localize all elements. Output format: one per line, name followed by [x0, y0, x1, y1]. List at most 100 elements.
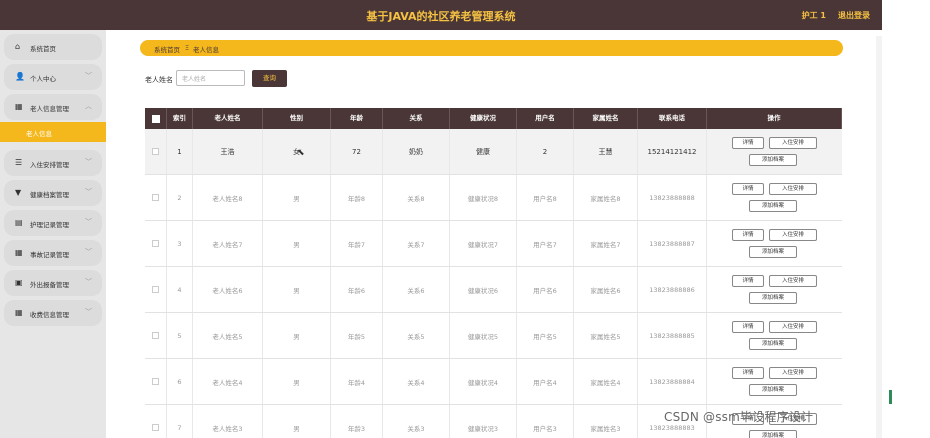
add-archive-button[interactable]: 添加档案	[749, 200, 797, 212]
add-archive-button[interactable]: 添加档案	[749, 292, 797, 304]
table-cell: 13823888884	[638, 359, 707, 404]
row-select-cell	[145, 405, 167, 438]
table-cell: 用户名6	[517, 267, 574, 312]
cell-text: 关系8	[407, 194, 425, 203]
cell-text: 13823888887	[649, 239, 695, 248]
breadcrumb-current: 老人信息	[193, 46, 219, 54]
table-cell: 13823888886	[638, 267, 707, 312]
detail-button[interactable]: 详情	[732, 183, 764, 195]
side-marker	[889, 390, 892, 404]
table-cell: 老人姓名3	[193, 405, 263, 438]
cell-text: 年龄7	[347, 240, 366, 249]
cell-text: 关系7	[407, 240, 425, 249]
menu-icon: ▦	[15, 248, 23, 257]
row-checkbox[interactable]	[152, 194, 159, 201]
sidebar-item-4[interactable]: ▼ 健康档案管理 ﹀	[4, 180, 102, 206]
table-cell: 用户名8	[517, 175, 574, 220]
detail-button[interactable]: 详情	[732, 367, 764, 379]
current-user[interactable]: 护工 1	[802, 10, 826, 21]
cell-text: 老人姓名7	[212, 240, 243, 249]
column-header: 性别	[263, 108, 331, 129]
cell-text: 3	[177, 239, 182, 248]
table-cell: 家属姓名3	[574, 405, 638, 438]
arrange-checkin-button[interactable]: 入住安排	[769, 229, 817, 241]
cell-text: 家属姓名6	[590, 286, 621, 295]
row-checkbox[interactable]	[152, 240, 159, 247]
cell-text: 老人姓名8	[212, 194, 243, 203]
table-cell: 用户名4	[517, 359, 574, 404]
sidebar-item-6[interactable]: ▦ 事故记录管理 ﹀	[4, 240, 102, 266]
table-cell: 家属姓名5	[574, 313, 638, 358]
search-input[interactable]: 老人姓名	[176, 70, 245, 86]
cell-text: 男	[293, 378, 300, 387]
add-archive-button[interactable]: 添加档案	[749, 430, 797, 438]
sidebar-item-0[interactable]: ⌂ 系统首页	[4, 34, 102, 60]
table-cell: 健康状况4	[450, 359, 517, 404]
column-header: 老人姓名	[193, 108, 263, 129]
select-all-checkbox[interactable]	[151, 114, 160, 123]
table-cell: 老人姓名6	[193, 267, 263, 312]
table-cell: 男	[263, 359, 331, 404]
table-cell: 4	[167, 267, 193, 312]
cell-text: 用户名7	[533, 240, 557, 249]
sidebar-item-2[interactable]: ▦ 老人信息管理 ︿	[4, 94, 102, 120]
sidebar-item-3[interactable]: ☰ 入住安排管理 ﹀	[4, 150, 102, 176]
sidebar-item-5[interactable]: ▤ 护理记录管理 ﹀	[4, 210, 102, 236]
sidebar-subitem-active[interactable]: 老人信息	[0, 122, 106, 142]
row-actions: 详情 入住安排添加档案	[707, 175, 842, 220]
table-row: 5 老人姓名5 男 年龄5 关系5 健康状况5 用户名5 家属姓名5 13823888885 详情…	[145, 313, 842, 359]
row-checkbox[interactable]	[152, 332, 159, 339]
detail-button[interactable]: 详情	[732, 321, 764, 333]
table-cell: 男	[263, 313, 331, 358]
search-button[interactable]: 查询	[252, 70, 287, 87]
scrollbar[interactable]	[876, 36, 882, 438]
cell-text: 老人姓名5	[212, 332, 243, 341]
arrange-checkin-button[interactable]: 入住安排	[769, 321, 817, 333]
breadcrumb-home[interactable]: 系统首页	[154, 44, 180, 54]
menu-icon: 👤	[15, 72, 25, 81]
chevron-down-icon: ﹀	[85, 72, 92, 80]
table-cell: 年龄3	[331, 405, 383, 438]
table-cell: 王慧	[574, 129, 638, 174]
row-checkbox[interactable]	[152, 424, 159, 431]
arrange-checkin-button[interactable]: 入住安排	[769, 367, 817, 379]
add-archive-button[interactable]: 添加档案	[749, 154, 797, 166]
row-select-cell	[145, 359, 167, 404]
arrange-checkin-button[interactable]: 入住安排	[769, 275, 817, 287]
row-actions: 详情 入住安排添加档案	[707, 359, 842, 404]
arrange-checkin-button[interactable]: 入住安排	[769, 137, 817, 149]
cell-text: 王浩	[220, 147, 235, 156]
sidebar-item-8[interactable]: ▦ 收费信息管理 ﹀	[4, 300, 102, 326]
sidebar-item-7[interactable]: ▣ 外出报备管理 ﹀	[4, 270, 102, 296]
cell-text: 男	[293, 424, 300, 433]
arrange-checkin-button[interactable]: 入住安排	[769, 183, 817, 195]
detail-button[interactable]: 详情	[732, 229, 764, 241]
cell-text: 年龄4	[347, 378, 366, 387]
select-all-header[interactable]	[145, 108, 167, 129]
column-header: 家属姓名	[574, 108, 638, 129]
cell-text: 男	[293, 286, 300, 295]
add-archive-button[interactable]: 添加档案	[749, 384, 797, 396]
cell-text: 健康状况3	[467, 424, 499, 433]
menu-icon: ▦	[15, 102, 23, 111]
table-cell: 用户名5	[517, 313, 574, 358]
add-archive-button[interactable]: 添加档案	[749, 246, 797, 258]
row-checkbox[interactable]	[152, 378, 159, 385]
sidebar-item-1[interactable]: 👤 个人中心 ﹀	[4, 64, 102, 90]
table-cell: 15214121412	[638, 129, 707, 174]
add-archive-button[interactable]: 添加档案	[749, 338, 797, 350]
detail-button[interactable]: 详情	[732, 137, 764, 149]
menu-icon: ▦	[15, 308, 23, 317]
cell-text: 年龄3	[347, 424, 366, 433]
row-checkbox[interactable]	[152, 286, 159, 293]
row-select-cell	[145, 129, 167, 174]
menu-icon: ▼	[15, 188, 22, 197]
detail-button[interactable]: 详情	[732, 275, 764, 287]
row-checkbox[interactable]	[152, 148, 159, 155]
table-cell: 年龄5	[331, 313, 383, 358]
search-label: 老人姓名	[145, 76, 173, 84]
chevron-down-icon: ﹀	[85, 248, 92, 256]
sidebar-subitem-label: 老人信息	[26, 130, 52, 138]
logout-link[interactable]: 退出登录	[838, 10, 870, 21]
cell-text: 关系5	[407, 332, 425, 341]
